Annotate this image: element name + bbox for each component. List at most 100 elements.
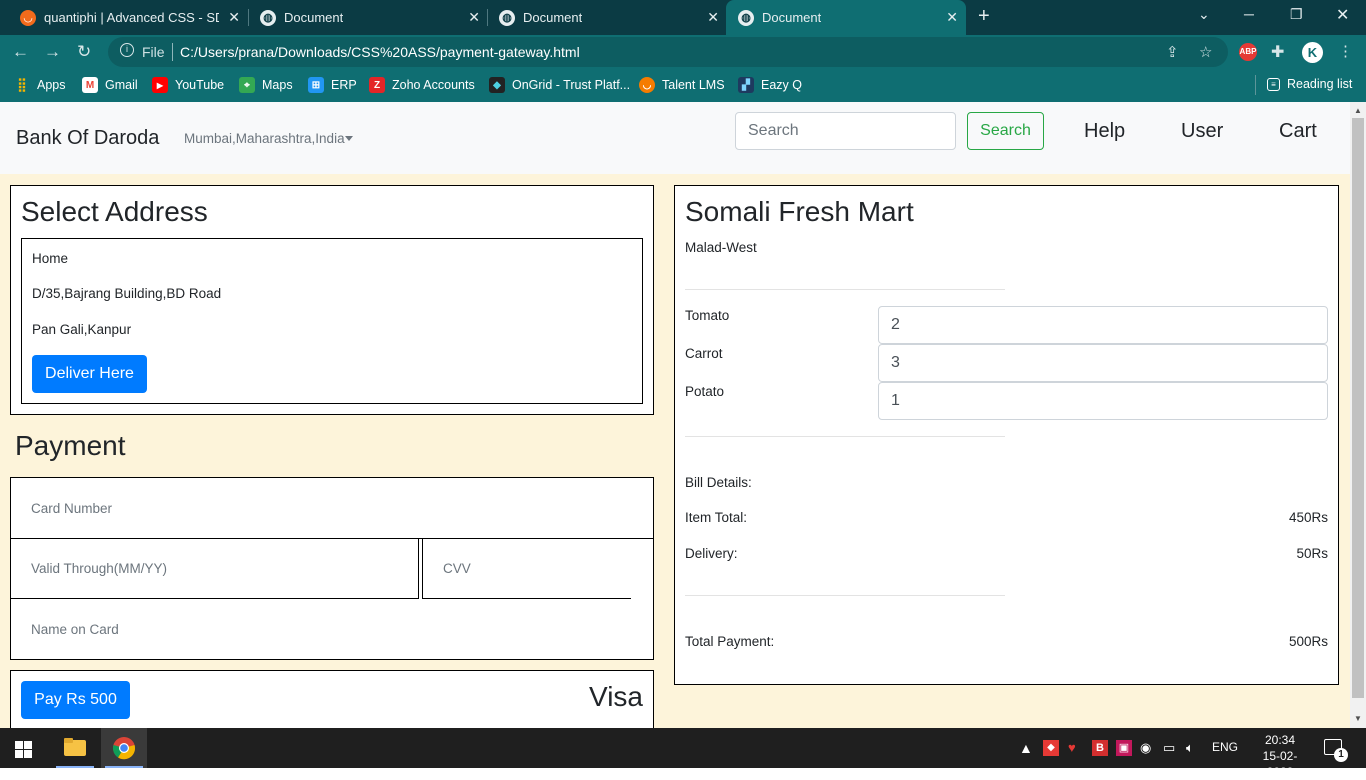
scrollbar-thumb[interactable] (1352, 118, 1364, 698)
bookmark-talentlms[interactable]: ◡ Talent LMS (639, 77, 725, 93)
folder-icon (64, 738, 86, 756)
network-icon[interactable]: ▭ (1163, 740, 1175, 756)
chrome-icon (112, 737, 136, 760)
tab-title: Document (284, 10, 344, 25)
site-navbar: Bank Of Daroda Mumbai,Maharashtra,India … (0, 102, 1350, 174)
new-tab-button[interactable]: + (978, 5, 990, 28)
address-line-2: D/35,Bajrang Building,BD Road (32, 286, 222, 301)
bookmark-maps[interactable]: ⌖ Maps (239, 77, 293, 93)
bookmark-erp[interactable]: ⊞ ERP (308, 77, 357, 93)
address-line-1: Home (32, 251, 69, 266)
forward-arrow-icon[interactable]: → (44, 42, 61, 62)
card-number-field[interactable]: Card Number (31, 501, 112, 516)
reload-icon[interactable]: ↻ (77, 42, 91, 62)
tab-close-icon[interactable]: ✕ (946, 9, 958, 26)
tab-title: Document (523, 10, 583, 25)
tab-strip: ◡ quantiphi | Advanced CSS - SD | I ✕ ◍ … (0, 0, 1366, 35)
bookmark-label: OnGrid - Trust Platf... (512, 78, 631, 92)
bookmark-gmail[interactable]: M Gmail (82, 77, 138, 93)
name-on-card-field[interactable]: Name on Card (31, 622, 119, 637)
quantity-input-potato[interactable]: 1 (878, 382, 1328, 420)
tray-app-icon[interactable]: ▲ (1019, 740, 1033, 756)
location-dropdown[interactable]: Mumbai,Maharashtra,India (184, 131, 345, 146)
tab-document-2[interactable]: ◍ Document ✕ (479, 0, 727, 35)
adblock-icon[interactable]: ABP (1239, 43, 1257, 61)
tray-app-icon[interactable]: ◆ (1043, 740, 1059, 756)
close-window-icon[interactable]: ✕ (1336, 5, 1349, 25)
delivery-label: Delivery: (685, 546, 738, 561)
back-arrow-icon[interactable]: ← (12, 42, 29, 62)
caret-down-icon[interactable] (345, 136, 353, 141)
site-brand[interactable]: Bank Of Daroda (16, 127, 159, 150)
volume-icon[interactable]: 🔈︎ (1186, 740, 1194, 756)
quantiphi-favicon-icon: ◡ (20, 9, 36, 26)
divider (685, 436, 1005, 437)
cvv-field[interactable]: CVV (443, 561, 471, 576)
site-info-icon[interactable]: i (120, 43, 134, 57)
item-total-label: Item Total: (685, 510, 748, 525)
chrome-taskbar-button[interactable] (101, 728, 147, 768)
tab-document-1[interactable]: ◍ Document ✕ (240, 0, 488, 35)
reading-list-button[interactable]: ≡ Reading list (1267, 77, 1352, 91)
quantity-input-tomato[interactable]: 2 (878, 306, 1328, 344)
share-icon[interactable]: ⇪ (1166, 43, 1179, 61)
ongrid-icon: ◆ (489, 77, 505, 93)
tab-quantiphi[interactable]: ◡ quantiphi | Advanced CSS - SD | I ✕ (0, 0, 248, 35)
pay-button[interactable]: Pay Rs 500 (21, 681, 130, 719)
tab-close-icon[interactable]: ✕ (228, 9, 240, 26)
profile-avatar[interactable]: K (1302, 42, 1323, 63)
tab-close-icon[interactable]: ✕ (707, 9, 719, 26)
bookmark-ongrid[interactable]: ◆ OnGrid - Trust Platf... (489, 77, 630, 93)
store-name: Somali Fresh Mart (685, 196, 914, 227)
youtube-icon: ▶ (152, 77, 168, 93)
store-area: Malad-West (685, 240, 757, 255)
menu-kebab-icon[interactable]: ⋮ (1338, 42, 1353, 60)
clock[interactable]: 20:34 15-02-2022 (1250, 732, 1310, 780)
tab-title: Document (762, 10, 822, 25)
extensions-puzzle-icon[interactable]: ✚ (1271, 42, 1284, 62)
bookmarks-divider (1255, 75, 1256, 95)
tab-document-active[interactable]: ◍ Document ✕ (726, 0, 966, 35)
bookmark-youtube[interactable]: ▶ YouTube (152, 77, 224, 93)
bookmark-label: Maps (262, 78, 293, 92)
nav-cart-link[interactable]: Cart (1279, 120, 1317, 143)
url-text[interactable]: C:/Users/prana/Downloads/CSS%20ASS/payme… (180, 44, 580, 60)
minimize-icon[interactable]: ─ (1244, 6, 1254, 22)
language-indicator[interactable]: ENG (1212, 740, 1238, 754)
eazyq-icon: ▞ (738, 77, 754, 93)
zoho-icon: Z (369, 77, 385, 93)
payment-form: Card Number Valid Through(MM/YY) CVV Nam… (10, 477, 654, 660)
search-input[interactable] (735, 112, 956, 150)
item-total-value: 450Rs (1288, 510, 1328, 525)
bookmark-apps[interactable]: ⣿ Apps (14, 77, 65, 93)
windows-icon: ⊞ (308, 77, 324, 93)
valid-through-field[interactable]: Valid Through(MM/YY) (31, 561, 167, 576)
tab-search-chevron-icon[interactable]: ⌄ (1198, 6, 1210, 23)
scroll-down-arrow-icon[interactable]: ▼ (1354, 714, 1362, 723)
discord-icon[interactable]: ◉ (1140, 740, 1151, 756)
globe-icon: ◍ (499, 9, 515, 26)
tab-title: quantiphi | Advanced CSS - SD | I (44, 10, 219, 25)
page-viewport: Bank Of Daroda Mumbai,Maharashtra,India … (0, 102, 1350, 728)
tray-app-icon[interactable]: ♥ (1068, 740, 1076, 755)
order-summary-card: Somali Fresh Mart Malad-West Tomato 2 Ca… (674, 185, 1339, 685)
quantity-input-carrot[interactable]: 3 (878, 344, 1328, 382)
bookmark-eazyq[interactable]: ▞ Eazy Q (738, 77, 802, 93)
tray-app-icon[interactable]: B (1092, 740, 1108, 756)
bookmarks-bar: ⣿ Apps M Gmail ▶ YouTube ⌖ Maps ⊞ ERP Z … (0, 69, 1366, 102)
bookmark-zoho[interactable]: Z Zoho Accounts (369, 77, 475, 93)
nav-user-link[interactable]: User (1181, 120, 1223, 143)
page-scrollbar[interactable]: ▲ ▼ (1350, 102, 1366, 728)
tray-app-icon[interactable]: ▣ (1116, 740, 1132, 756)
deliver-here-button[interactable]: Deliver Here (32, 355, 147, 393)
scroll-up-arrow-icon[interactable]: ▲ (1354, 106, 1362, 115)
nav-help-link[interactable]: Help (1084, 120, 1125, 143)
card-brand-label: Visa (589, 681, 643, 712)
omnibox[interactable]: i File C:/Users/prana/Downloads/CSS%20AS… (108, 37, 1228, 67)
search-button[interactable]: Search (967, 112, 1044, 150)
bookmark-star-icon[interactable]: ☆ (1199, 43, 1212, 61)
divider (685, 595, 1005, 596)
restore-icon[interactable]: ❐ (1290, 6, 1303, 23)
file-explorer-button[interactable] (52, 728, 98, 768)
windows-start-icon[interactable] (15, 741, 32, 758)
